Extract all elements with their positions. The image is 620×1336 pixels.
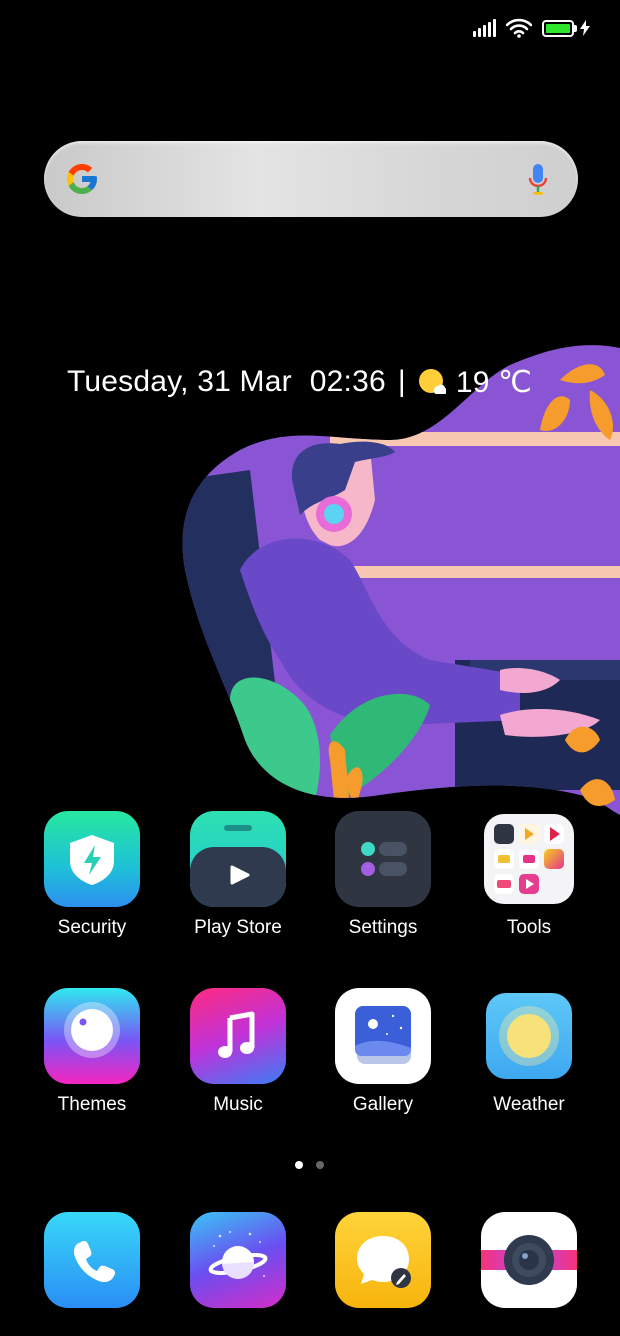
app-weather[interactable]: Weather	[459, 988, 599, 1116]
browser-planet-icon	[190, 1212, 286, 1308]
page-dot-2[interactable]	[316, 1161, 324, 1169]
partly-sunny-icon	[418, 369, 446, 395]
play-store-icon	[190, 811, 286, 907]
tools-folder-icon	[484, 814, 574, 904]
dock-messages[interactable]	[313, 1212, 453, 1308]
music-note-icon	[190, 988, 286, 1084]
app-tools-folder[interactable]: Tools	[459, 811, 599, 939]
app-themes[interactable]: Themes	[22, 988, 162, 1116]
clock-widget[interactable]: Tuesday, 31 Mar 02:36 | 19 ℃	[67, 362, 532, 402]
app-label: Settings	[348, 917, 418, 938]
app-security[interactable]: Security	[22, 811, 162, 939]
signal-bars-icon	[473, 19, 496, 37]
page-dot-1[interactable]	[295, 1161, 303, 1169]
settings-toggles-icon	[335, 811, 431, 907]
wallpaper-illustration	[182, 345, 620, 815]
app-settings[interactable]: Settings	[313, 811, 453, 939]
messages-icon	[335, 1212, 431, 1308]
app-label: Gallery	[352, 1094, 414, 1115]
phone-icon	[44, 1212, 140, 1308]
separator: |	[397, 365, 406, 398]
dock-camera[interactable]	[459, 1212, 599, 1308]
app-label: Tools	[506, 917, 552, 938]
status-bar	[473, 14, 590, 42]
gallery-icon	[335, 988, 431, 1084]
app-label: Weather	[493, 1094, 565, 1115]
app-play-store[interactable]: Play Store	[168, 811, 308, 939]
google-g-icon	[67, 164, 97, 194]
shield-bolt-icon	[44, 811, 140, 907]
page-indicator[interactable]	[295, 1161, 324, 1169]
microphone-icon[interactable]	[528, 163, 548, 197]
app-gallery[interactable]: Gallery	[313, 988, 453, 1116]
camera-icon	[481, 1212, 577, 1308]
themes-icon	[44, 988, 140, 1084]
time-text: 02:36	[309, 365, 386, 398]
google-search-bar[interactable]	[44, 141, 578, 217]
dock-browser[interactable]	[168, 1212, 308, 1308]
app-label: Play Store	[194, 917, 282, 938]
temperature-text: 19 ℃	[455, 365, 533, 399]
app-label: Security	[57, 917, 127, 938]
wifi-icon	[506, 18, 532, 38]
app-label: Themes	[57, 1094, 127, 1115]
battery-charging-icon	[542, 19, 590, 37]
app-label: Music	[213, 1094, 263, 1115]
app-music[interactable]: Music	[168, 988, 308, 1116]
dock-phone[interactable]	[22, 1212, 162, 1308]
sun-icon	[486, 993, 572, 1079]
date-text: Tuesday, 31 Mar	[67, 365, 292, 398]
